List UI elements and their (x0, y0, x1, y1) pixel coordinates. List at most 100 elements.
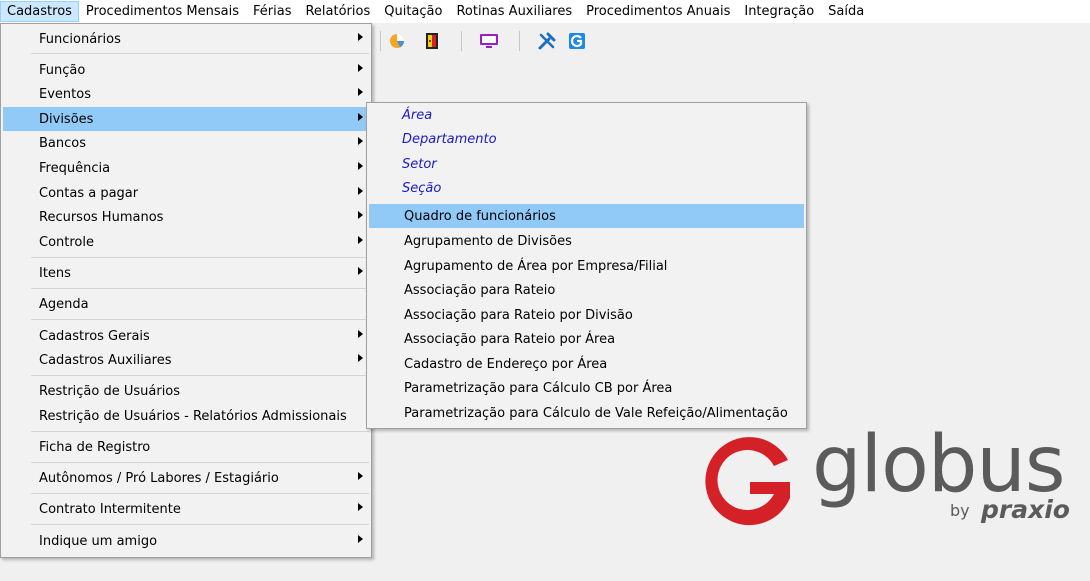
pie-chart-icon[interactable] (386, 30, 408, 52)
submenu-arrow-icon (358, 354, 363, 362)
menu-item-label: Seção (402, 180, 442, 196)
submenu-item-setor[interactable]: Setor (369, 152, 804, 176)
submenu-item-quadro-de-funcionarios[interactable]: Quadro de funcionários (369, 204, 804, 228)
menu-item-itens[interactable]: Itens (3, 261, 369, 285)
menu-item-label: Setor (402, 156, 437, 172)
menu-item-eventos[interactable]: Eventos (3, 82, 369, 106)
menu-item-agenda[interactable]: Agenda (3, 292, 369, 316)
submenu-arrow-icon (358, 330, 363, 338)
menu-procedimentos-anuais[interactable]: Procedimentos Anuais (579, 1, 737, 22)
menu-item-label: Recursos Humanos (39, 209, 164, 225)
menu-item-label: Indique um amigo (39, 533, 158, 549)
menu-item-label: Área (402, 107, 433, 123)
submenu-item-secao[interactable]: Seção (369, 176, 804, 200)
menu-item-autonomos-pro-labores-estagiario[interactable]: Autônomos / Pró Labores / Estagiário (3, 466, 369, 490)
menu-item-label: Departamento (402, 131, 497, 147)
submenu-arrow-icon (358, 88, 363, 96)
submenu-item-departamento[interactable]: Departamento (369, 127, 804, 151)
menu-item-label: Agenda (39, 296, 89, 312)
menu-ferias[interactable]: Férias (246, 1, 298, 22)
submenu-item-associacao-rateio-divisao[interactable]: Associação para Rateio por Divisão (369, 303, 804, 327)
submenu-arrow-icon (358, 113, 363, 121)
submenu-item-associacao-para-rateio[interactable]: Associação para Rateio (369, 278, 804, 302)
menu-item-funcao[interactable]: Função (3, 58, 369, 82)
menu-item-label: Agrupamento de Divisões (404, 233, 572, 249)
menu-item-label: Associação para Rateio (404, 282, 556, 298)
toolbar-separator (461, 31, 462, 51)
menu-integracao[interactable]: Integração (737, 1, 821, 22)
door-exit-icon[interactable] (421, 30, 443, 52)
menu-separator (31, 288, 369, 289)
menu-item-label: Controle (39, 234, 94, 250)
submenu-arrow-icon (358, 211, 363, 219)
menu-item-label: Associação para Rateio por Área (404, 331, 616, 347)
logo-by: by (950, 501, 970, 520)
menu-item-label: Funcionários (39, 31, 121, 47)
menu-item-cadastros-auxiliares[interactable]: Cadastros Auxiliares (3, 348, 369, 372)
submenu-item-agrupamento-area-empresa-filial[interactable]: Agrupamento de Área por Empresa/Filial (369, 254, 804, 278)
menu-item-label: Ficha de Registro (39, 439, 151, 455)
menu-separator (31, 493, 369, 494)
menu-item-frequencia[interactable]: Frequência (3, 156, 369, 180)
menu-item-contrato-intermitente[interactable]: Contrato Intermitente (3, 497, 369, 521)
menu-item-label: Cadastros Auxiliares (39, 352, 172, 368)
menu-item-label: Associação para Rateio por Divisão (404, 307, 633, 323)
divisoes-submenu: Área Departamento Setor Seção Quadro de … (366, 102, 807, 429)
menu-item-divisoes[interactable]: Divisões (3, 107, 369, 131)
monitor-icon[interactable] (478, 30, 500, 52)
submenu-arrow-icon (358, 535, 363, 543)
submenu-arrow-icon (358, 503, 363, 511)
globus-g-mark-icon (705, 437, 790, 526)
submenu-item-agrupamento-de-divisoes[interactable]: Agrupamento de Divisões (369, 229, 804, 253)
menu-item-label: Cadastros Gerais (39, 328, 150, 344)
menu-item-bancos[interactable]: Bancos (3, 131, 369, 155)
submenu-arrow-icon (358, 472, 363, 480)
submenu-item-cadastro-endereco-area[interactable]: Cadastro de Endereço por Área (369, 352, 804, 376)
menu-separator (31, 524, 369, 525)
submenu-arrow-icon (358, 236, 363, 244)
menu-item-label: Contrato Intermitente (39, 501, 181, 517)
menu-item-label: Contas a pagar (39, 185, 139, 201)
menu-item-contas-a-pagar[interactable]: Contas a pagar (3, 181, 369, 205)
menu-separator (31, 257, 369, 258)
menu-saida[interactable]: Saída (821, 1, 871, 22)
tools-icon[interactable] (536, 30, 558, 52)
submenu-item-area[interactable]: Área (369, 103, 804, 127)
menu-item-label: Bancos (39, 135, 86, 151)
menu-item-cadastros-gerais[interactable]: Cadastros Gerais (3, 324, 369, 348)
menu-item-controle[interactable]: Controle (3, 230, 369, 254)
menu-separator (31, 375, 369, 376)
menu-item-restricao-de-usuarios[interactable]: Restrição de Usuários (3, 379, 369, 403)
menu-item-ficha-de-registro[interactable]: Ficha de Registro (3, 435, 369, 459)
menu-item-label: Divisões (39, 111, 94, 127)
menu-item-funcionarios[interactable]: Funcionários (3, 27, 369, 51)
menu-item-label: Cadastro de Endereço por Área (404, 356, 608, 372)
menu-item-recursos-humanos[interactable]: Recursos Humanos (3, 205, 369, 229)
menu-separator (31, 53, 369, 54)
menu-bar: Cadastros Procedimentos Mensais Férias R… (0, 0, 1090, 23)
menu-item-label: Quadro de funcionários (404, 208, 556, 224)
menu-relatorios[interactable]: Relatórios (298, 1, 377, 22)
menu-cadastros[interactable]: Cadastros (0, 1, 79, 22)
cadastros-dropdown-menu: Funcionários Função Eventos Divisões Ban… (0, 23, 372, 558)
menu-item-label: Parametrização para Cálculo de Vale Refe… (404, 405, 788, 421)
submenu-arrow-icon (358, 64, 363, 72)
submenu-item-parametrizacao-vale-refeicao[interactable]: Parametrização para Cálculo de Vale Refe… (369, 401, 804, 425)
menu-item-label: Itens (39, 265, 71, 281)
menu-rotinas-auxiliares[interactable]: Rotinas Auxiliares (449, 1, 579, 22)
menu-item-label: Restrição de Usuários (39, 383, 181, 399)
logo-praxio: praxio (981, 495, 1070, 524)
menu-item-indique-um-amigo[interactable]: Indique um amigo (3, 529, 369, 553)
menu-item-label: Parametrização para Cálculo CB por Área (404, 380, 673, 396)
submenu-item-parametrizacao-cb-area[interactable]: Parametrização para Cálculo CB por Área (369, 376, 804, 400)
menu-procedimentos-mensais[interactable]: Procedimentos Mensais (79, 1, 246, 22)
menu-quitacao[interactable]: Quitação (377, 1, 449, 22)
submenu-item-associacao-rateio-area[interactable]: Associação para Rateio por Área (369, 327, 804, 351)
toolbar-separator (519, 31, 520, 51)
menu-item-label: Autônomos / Pró Labores / Estagiário (39, 470, 279, 486)
globus-app-icon[interactable] (566, 30, 588, 52)
menu-item-label: Frequência (39, 160, 111, 176)
menu-separator (31, 431, 369, 432)
menu-separator (31, 462, 369, 463)
menu-item-restricao-relatorios-admissionais[interactable]: Restrição de Usuários - Relatórios Admis… (3, 404, 369, 428)
